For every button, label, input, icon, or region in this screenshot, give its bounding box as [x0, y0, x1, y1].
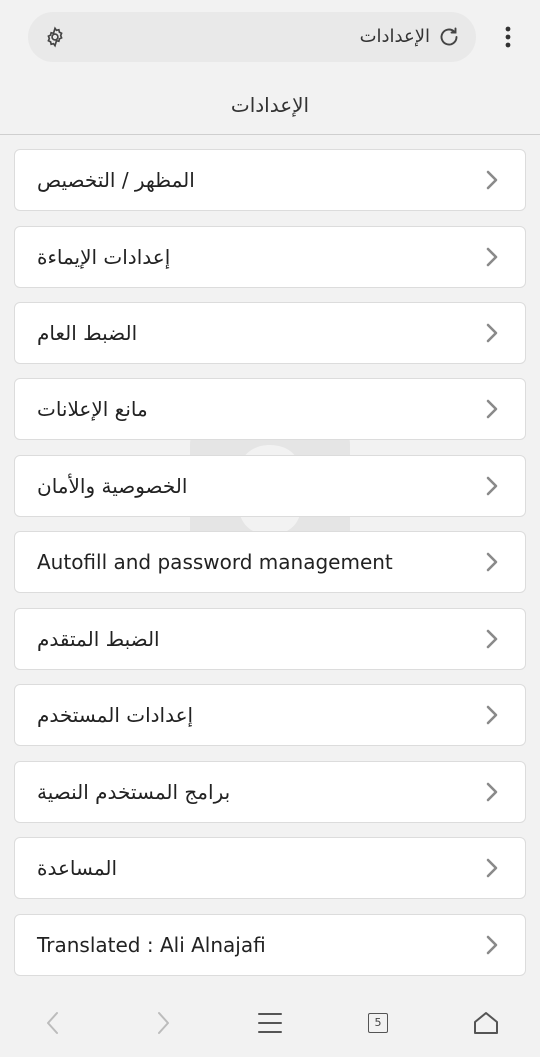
chevron-right-icon: [481, 475, 503, 497]
tabs-icon[interactable]: 5: [358, 1007, 398, 1039]
chevron-right-icon: [481, 857, 503, 879]
chevron-right-icon: [481, 398, 503, 420]
forward-arrow-icon[interactable]: [143, 1007, 183, 1039]
settings-item-label: إعدادات الإيماءة: [37, 245, 171, 269]
chevron-right-icon: [481, 628, 503, 650]
gear-icon[interactable]: [40, 22, 70, 52]
settings-item-label: الضبط العام: [37, 321, 138, 345]
settings-item-label: مانع الإعلانات: [37, 397, 148, 421]
settings-item-label: برامج المستخدم النصية: [37, 780, 231, 804]
settings-item-label: Autofill and password management: [37, 550, 393, 574]
settings-item-help[interactable]: المساعدة: [14, 837, 526, 899]
settings-item-advanced[interactable]: الضبط المتقدم: [14, 608, 526, 670]
settings-list: المظهر / التخصيص إعدادات الإيماءة الضبط …: [0, 135, 540, 987]
settings-item-appearance[interactable]: المظهر / التخصيص: [14, 149, 526, 211]
hamburger-icon[interactable]: [250, 1007, 290, 1039]
tab-count: 5: [368, 1013, 388, 1033]
chevron-right-icon: [481, 169, 503, 191]
kebab-menu-icon[interactable]: [496, 20, 520, 54]
settings-item-autofill[interactable]: Autofill and password management: [14, 531, 526, 593]
address-text[interactable]: الإعدادات: [360, 12, 430, 62]
settings-item-general[interactable]: الضبط العام: [14, 302, 526, 364]
chevron-right-icon: [481, 704, 503, 726]
settings-item-translated[interactable]: Translated : Ali Alnajafi: [14, 914, 526, 976]
reload-icon[interactable]: [436, 24, 462, 50]
settings-item-label: الضبط المتقدم: [37, 627, 160, 651]
settings-item-privacy-security[interactable]: الخصوصية والأمان: [14, 455, 526, 517]
settings-item-label: المظهر / التخصيص: [37, 168, 195, 192]
back-arrow-icon[interactable]: [33, 1007, 73, 1039]
top-bar: الإعدادات: [0, 0, 540, 74]
bottom-nav-bar: 5: [0, 987, 540, 1057]
chevron-right-icon: [481, 934, 503, 956]
settings-item-label: المساعدة: [37, 856, 118, 880]
settings-item-adblock[interactable]: مانع الإعلانات: [14, 378, 526, 440]
address-bar[interactable]: الإعدادات: [28, 12, 476, 62]
settings-item-label: Translated : Ali Alnajafi: [37, 933, 266, 957]
page-title: الإعدادات: [230, 93, 310, 117]
settings-item-user-settings[interactable]: إعدادات المستخدم: [14, 684, 526, 746]
chevron-right-icon: [481, 322, 503, 344]
chevron-right-icon: [481, 246, 503, 268]
settings-item-label: الخصوصية والأمان: [37, 474, 188, 498]
chevron-right-icon: [481, 551, 503, 573]
chevron-right-icon: [481, 781, 503, 803]
settings-item-gestures[interactable]: إعدادات الإيماءة: [14, 226, 526, 288]
settings-item-user-scripts[interactable]: برامج المستخدم النصية: [14, 761, 526, 823]
settings-item-label: إعدادات المستخدم: [37, 703, 194, 727]
home-icon[interactable]: [466, 1007, 506, 1039]
